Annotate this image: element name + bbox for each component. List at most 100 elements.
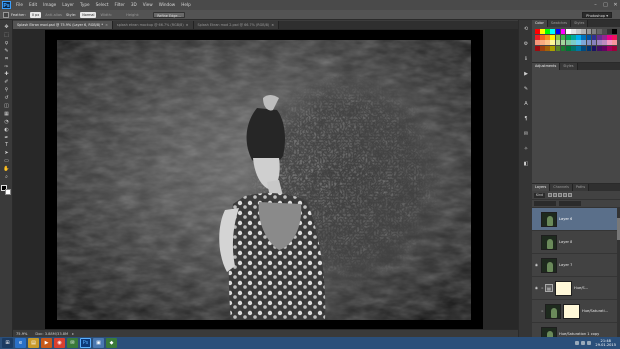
swatch[interactable] (576, 45, 581, 51)
minimize-button[interactable]: – (591, 0, 600, 10)
app-icon[interactable]: ✉ (67, 338, 78, 348)
gradient-icon[interactable]: ▦ (2, 111, 11, 118)
swatch[interactable] (540, 45, 545, 51)
document-tab[interactable]: Splash Ekran mod 2.psd @ 66.7% (RGB/8) × (193, 21, 280, 29)
layer-row[interactable]: Layer 6 (532, 208, 620, 231)
swatch[interactable] (602, 29, 607, 34)
style-select[interactable]: Normal (80, 11, 97, 18)
menu-help[interactable]: Help (178, 0, 194, 10)
swatch[interactable] (581, 34, 587, 40)
swatch[interactable] (586, 34, 592, 40)
layer-mask-thumbnail[interactable] (555, 280, 572, 296)
swatch[interactable] (555, 45, 561, 51)
menu-view[interactable]: View (140, 0, 156, 10)
lasso-icon[interactable]: ϙ (2, 40, 11, 47)
menu-image[interactable]: Image (40, 0, 59, 10)
tab-layers[interactable]: Layers (532, 184, 551, 191)
swatch[interactable] (550, 34, 556, 40)
visibility-eye-icon[interactable] (534, 309, 539, 314)
visibility-eye-icon[interactable]: ◉ (534, 263, 539, 268)
swatch[interactable] (560, 29, 566, 34)
status-menu-arrow-icon[interactable]: ▸ (72, 331, 74, 336)
swatch[interactable] (540, 29, 545, 34)
swatch[interactable] (571, 34, 576, 40)
swatch[interactable] (571, 40, 576, 46)
swatch[interactable] (535, 29, 540, 34)
layer-name[interactable]: Hue/Saturati... (582, 309, 608, 313)
shape-filter-icon[interactable] (563, 193, 568, 197)
history-brush-icon[interactable]: ↺ (2, 95, 11, 102)
menu-3d[interactable]: 3D (128, 0, 140, 10)
workspace-select[interactable]: Photoshop ▾ (582, 12, 612, 18)
swatch[interactable] (586, 29, 592, 34)
swatch[interactable] (576, 34, 581, 40)
swatch[interactable] (581, 40, 587, 46)
layer-name[interactable]: Hue/S... (574, 286, 588, 290)
layer-name[interactable]: Layer 6 (559, 217, 572, 221)
menu-layer[interactable]: Layer (59, 0, 77, 10)
swatch[interactable] (596, 34, 602, 40)
swatch[interactable] (607, 29, 612, 34)
notes-icon[interactable]: ✉ (522, 130, 530, 138)
menu-window[interactable]: Window (156, 0, 179, 10)
swatch[interactable] (550, 45, 556, 51)
layer-mask-thumbnail[interactable] (563, 303, 580, 319)
swatch[interactable] (576, 29, 581, 34)
swatch[interactable] (560, 45, 566, 51)
close-button[interactable]: ✕ (611, 0, 620, 10)
eyedropper-icon[interactable]: ✑ (2, 64, 11, 71)
move-icon[interactable]: ✥ (2, 24, 11, 31)
path-select-icon[interactable]: ➤ (2, 151, 11, 158)
pixel-filter-icon[interactable] (547, 193, 552, 197)
blend-mode-select[interactable] (534, 201, 556, 206)
visibility-eye-icon[interactable] (534, 217, 539, 222)
info-icon[interactable]: ℹ (522, 55, 530, 63)
tab-close-icon[interactable]: × (186, 23, 189, 27)
tab-close-icon[interactable]: × (105, 23, 108, 27)
photoshop-icon[interactable]: Ps (80, 338, 91, 348)
swatch[interactable] (602, 45, 607, 51)
ie-icon[interactable]: e (15, 338, 26, 348)
swatch[interactable] (560, 40, 566, 46)
swatch[interactable] (565, 34, 571, 40)
dodge-icon[interactable]: ◐ (2, 127, 11, 134)
swatch[interactable] (545, 29, 550, 34)
swatch[interactable] (602, 40, 607, 46)
network-icon[interactable] (575, 341, 580, 345)
folder-icon[interactable]: ▤ (28, 338, 39, 348)
swatch[interactable] (550, 29, 556, 34)
swatch[interactable] (586, 45, 592, 51)
tab-color[interactable]: Color (532, 20, 548, 27)
swatch[interactable] (591, 34, 597, 40)
swatch[interactable] (591, 29, 597, 34)
feather-input[interactable]: 0 px (29, 11, 42, 18)
swatch[interactable] (540, 40, 545, 46)
document-tab[interactable]: splash ekran mockup @ 66.7% (RGB/8) × (112, 21, 194, 29)
visibility-eye-icon[interactable]: ◉ (534, 286, 539, 291)
swatch[interactable] (576, 40, 581, 46)
zoom-level[interactable]: 75.9% (16, 332, 27, 336)
channels-icon[interactable]: ◧ (522, 160, 530, 168)
swatch[interactable] (607, 45, 612, 51)
paragraph-icon[interactable]: ¶ (522, 115, 530, 123)
swatch[interactable] (602, 34, 607, 40)
swatch[interactable] (596, 29, 602, 34)
canvas[interactable] (45, 30, 483, 332)
adjustment-filter-icon[interactable] (552, 193, 557, 197)
swatch[interactable] (596, 40, 602, 46)
type-icon[interactable]: T (2, 143, 11, 150)
swatch[interactable] (612, 40, 617, 46)
tab-swatches[interactable]: Swatches (547, 20, 572, 27)
tab-styles[interactable]: Styles (560, 63, 578, 70)
document-tab[interactable]: Splash Ekran mod.psd @ 75.9% (Layer 6, R… (13, 21, 113, 29)
layer-row[interactable]: ◉ Layer 7 (532, 254, 620, 277)
swatch[interactable] (535, 34, 540, 40)
layer-thumbnail[interactable] (545, 303, 561, 319)
tab-adjustments[interactable]: Adjustments (532, 63, 561, 70)
marquee-icon[interactable]: ⬚ (2, 32, 11, 39)
swatch[interactable] (545, 45, 550, 51)
swatch[interactable] (535, 45, 540, 51)
tab-styles[interactable]: Styles (571, 20, 589, 27)
menu-filter[interactable]: Filter (111, 0, 127, 10)
swatch[interactable] (607, 40, 612, 46)
